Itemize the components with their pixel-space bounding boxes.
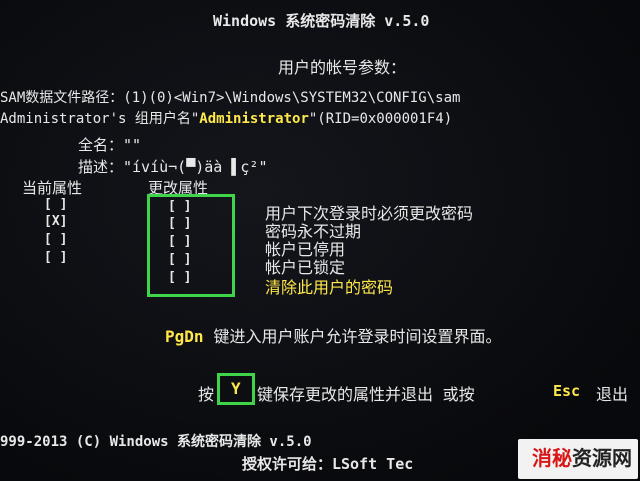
footer-license: 授权许可给：LSoft Tec (242, 455, 414, 473)
save-hint-prefix: 按 (198, 385, 215, 404)
sam-path: SAM数据文件路径：(1)(0)<Win7>\Windows\SYSTEM32\… (0, 90, 461, 106)
change-checkbox[interactable]: [ ] (168, 216, 191, 231)
fullname-field: 全名："" (78, 136, 142, 154)
section-title: 用户的帐号参数： (278, 58, 407, 77)
watermark-black: 资源网 (572, 446, 632, 470)
app-title: Windows 系统密码清除 v.5.0 (213, 12, 430, 30)
header-current: 当前属性 (22, 179, 83, 197)
option-clear-password[interactable]: 清除此用户的密码 (265, 274, 393, 298)
group-suffix: "(RID=0x000001F4) (308, 111, 453, 127)
footer-copyright: 999-2013 (C) Windows 系统密码清除 v.5.0 (0, 434, 312, 450)
change-checkbox[interactable]: [ ] (168, 252, 191, 267)
save-hint-text: 键保存更改的属性并退出 或按 (257, 385, 475, 404)
current-mark: [X] (44, 214, 68, 229)
y-key[interactable]: Y (231, 379, 241, 398)
watermark-red: 消秘 (532, 446, 572, 470)
pgdn-text: 键进入用户账户允许登录时间设置界面。 (213, 327, 502, 346)
change-checkbox[interactable]: [ ] (168, 199, 191, 214)
description-field: 描述："ívíù¬(▀)äà ▌ç²" (78, 158, 268, 176)
current-mark: [ ] (44, 232, 68, 247)
username: Administrator (199, 111, 309, 127)
current-mark: [ ] (44, 250, 68, 265)
exit-text: 退出 (596, 385, 629, 404)
pgdn-hint: PgDn 键进入用户账户允许登录时间设置界面。 (165, 323, 502, 347)
current-mark: [ ] (44, 197, 68, 212)
boot-screen: Windows 系统密码清除 v.5.0 用户的帐号参数： SAM数据文件路径：… (0, 0, 640, 481)
esc-key[interactable]: Esc (553, 382, 580, 400)
group-prefix: Administrator's 组用户名" (0, 111, 200, 127)
pgdn-key[interactable]: PgDn (165, 327, 204, 346)
change-checkbox[interactable]: [ ] (168, 270, 191, 285)
change-checkbox[interactable]: [ ] (168, 234, 191, 249)
watermark-logo: 消秘资源网 (532, 442, 632, 471)
group-line: Administrator's 组用户名"Administrator"(RID=… (0, 108, 452, 128)
